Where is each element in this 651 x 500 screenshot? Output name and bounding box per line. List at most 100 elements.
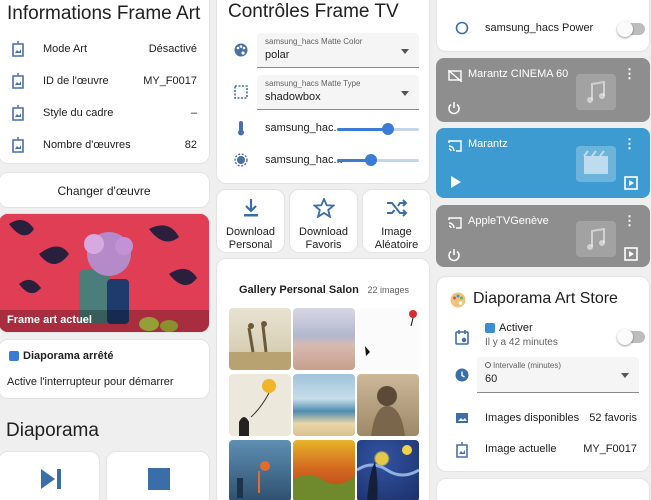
activate-label: Activer — [499, 322, 533, 334]
gallery-thumb[interactable] — [229, 374, 291, 436]
frame-info-card: Informations Frame Art Mode Art Désactiv… — [0, 0, 210, 164]
interval-label: Intervalle (minutes) — [485, 361, 561, 370]
movie-icon — [576, 146, 616, 182]
cast-icon — [448, 217, 462, 229]
info-label: Mode Art — [43, 43, 88, 55]
diaporama-title: Diaporama — [6, 420, 99, 441]
frame-icon — [9, 104, 27, 122]
power-card: samsung_hacs Power — [436, 0, 650, 52]
play-icon[interactable] — [450, 175, 462, 189]
interval-select[interactable]: Intervalle (minutes) 60 — [477, 357, 639, 393]
power-toggle[interactable] — [617, 21, 645, 37]
art-store-title: Diaporama Art Store — [473, 290, 618, 307]
frame-icon — [9, 40, 27, 58]
chevron-down-icon — [401, 49, 409, 54]
info-value: MY_F0017 — [143, 75, 197, 87]
controls-card: Contrôles Frame TV samsung_hacs Matte Co… — [216, 0, 430, 184]
interval-value: 60 — [485, 373, 498, 385]
gallery-thumb[interactable] — [229, 440, 291, 500]
info-row-artwork-id[interactable]: ID de l'œuvre MY_F0017 — [0, 65, 209, 97]
info-row-art-mode[interactable]: Mode Art Désactivé — [0, 33, 209, 65]
media-player-marantz-cinema[interactable]: Marantz CINEMA 60 ⋮ — [436, 58, 650, 122]
gallery-thumb[interactable] — [357, 374, 419, 436]
cast-icon — [448, 140, 462, 152]
art-store-card: Diaporama Art Store Activer Il y a 42 mi… — [436, 276, 650, 472]
tile-label: Image Aléatoire — [374, 226, 419, 251]
media-player-marantz[interactable]: Marantz ⋮ — [436, 128, 650, 198]
matte-type-value: shadowbox — [265, 91, 321, 103]
gallery-thumb[interactable] — [229, 308, 291, 370]
stop-icon — [148, 468, 170, 490]
stop-button[interactable] — [106, 451, 210, 500]
gallery-thumb[interactable] — [357, 440, 419, 500]
download-icon — [244, 199, 258, 217]
available-label: Images disponibles — [485, 412, 580, 424]
power-icon[interactable] — [447, 248, 461, 262]
current-frame-image-card[interactable]: Frame art actuel — [0, 213, 210, 333]
info-row-frame-style[interactable]: Style du cadre – — [0, 97, 209, 129]
gallery-thumb[interactable] — [357, 308, 419, 370]
matte-color-select[interactable]: samsung_hacs Matte Color polar — [257, 33, 419, 68]
tile-label: Download Favoris — [299, 226, 348, 251]
shuffle-icon — [387, 199, 408, 217]
more-vert-icon[interactable]: ⋮ — [623, 213, 636, 229]
slider1-knob[interactable] — [381, 123, 394, 135]
calendar-clock-icon — [455, 330, 469, 345]
next-card — [436, 478, 650, 500]
brightness-icon — [234, 153, 248, 167]
random-image-button[interactable]: Image Aléatoire — [362, 189, 431, 253]
slider2-knob[interactable] — [365, 154, 378, 166]
slideshow-status-text: Active l'interrupteur pour démarrer — [7, 376, 174, 388]
slideshow-status-title: Diaporama arrêté — [23, 350, 114, 362]
media-name: AppleTVGenève — [468, 215, 549, 227]
gallery-count: 22 images — [367, 285, 409, 295]
power-icon[interactable] — [447, 101, 461, 115]
matte-type-select[interactable]: samsung_hacs Matte Type shadowbox — [257, 75, 419, 110]
power-label: samsung_hacs Power — [485, 22, 594, 34]
info-label: Style du cadre — [43, 107, 114, 119]
music-note-icon — [576, 221, 616, 257]
tile-label: Download Personal — [226, 226, 275, 251]
clock-icon — [455, 368, 469, 382]
gallery-thumb[interactable] — [293, 374, 355, 436]
chevron-down-icon — [621, 373, 629, 378]
info-row-artwork-count[interactable]: Nombre d'œuvres 82 — [0, 129, 209, 161]
gallery-thumb[interactable] — [293, 440, 355, 500]
frame-icon — [9, 72, 27, 90]
gallery-title: Gallery Personal Salon — [239, 284, 359, 296]
skip-next-icon — [41, 469, 61, 489]
slideshow-status-card: Diaporama arrêté Active l'interrupteur p… — [0, 339, 210, 399]
slider1-track[interactable] — [337, 123, 419, 135]
slider1-label: samsung_hac... — [265, 122, 343, 134]
activate-toggle[interactable] — [617, 329, 645, 345]
download-personal-button[interactable]: Download Personal — [216, 189, 285, 253]
palette-icon — [450, 292, 466, 308]
media-source-icon[interactable] — [624, 247, 638, 261]
frame-icon — [456, 442, 468, 458]
chevron-down-icon — [401, 91, 409, 96]
slider1-fill — [337, 128, 388, 131]
slider2-track[interactable] — [337, 154, 419, 166]
matte-type-label: samsung_hacs Matte Type — [265, 79, 361, 88]
slider2-label: samsung_hac... — [265, 154, 343, 166]
info-label: ID de l'œuvre — [43, 75, 109, 87]
media-source-icon[interactable] — [624, 176, 638, 190]
current-image-value: MY_F0017 — [583, 443, 637, 455]
media-name: Marantz CINEMA 60 — [468, 68, 569, 80]
more-vert-icon[interactable]: ⋮ — [623, 136, 636, 152]
gallery-thumb[interactable] — [293, 308, 355, 370]
media-name: Marantz — [468, 138, 508, 150]
skip-next-button[interactable] — [0, 451, 100, 500]
change-artwork-button[interactable]: Changer d'œuvre — [0, 172, 210, 208]
activate-time: Il y a 42 minutes — [485, 337, 558, 348]
timer-icon — [485, 362, 491, 368]
play-badge-icon — [485, 323, 495, 333]
media-player-appletv[interactable]: AppleTVGenève ⋮ — [436, 205, 650, 267]
download-favorites-button[interactable]: Download Favoris — [289, 189, 358, 253]
change-artwork-label: Changer d'œuvre — [57, 184, 151, 198]
frame-image-caption: Frame art actuel — [7, 314, 92, 326]
controls-title: Contrôles Frame TV — [228, 1, 399, 22]
image-badge-icon — [9, 351, 19, 361]
more-vert-icon[interactable]: ⋮ — [623, 66, 636, 82]
cast-off-icon — [448, 70, 462, 82]
